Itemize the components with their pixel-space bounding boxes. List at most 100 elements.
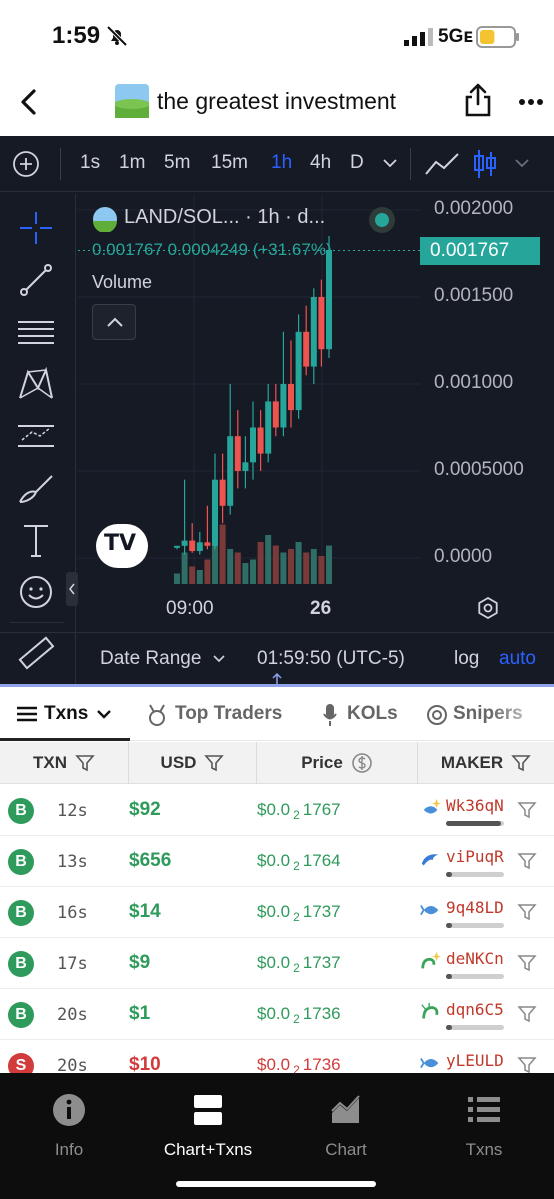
data-tabs: Txns Top Traders KOLs Snipers [0, 687, 554, 741]
tabs-fade [490, 687, 554, 737]
fish-icon [420, 905, 439, 916]
maker-address[interactable]: viPuqR [446, 847, 504, 866]
nav-chart-txns[interactable]: Chart+Txns [148, 1093, 268, 1160]
more-icon[interactable] [518, 98, 544, 106]
fib-lines-icon[interactable] [16, 312, 56, 352]
maker-address[interactable]: 9q48LD [446, 898, 504, 917]
timeframe-d[interactable]: D [350, 152, 364, 174]
text-tool-icon[interactable] [16, 520, 56, 560]
chart-plot-area[interactable]: LAND/SOL... · 1h · d... 0.001767 0.00042… [78, 194, 420, 624]
maker-holding-fill [446, 923, 452, 928]
chevron-up-icon[interactable] [93, 305, 137, 341]
timeframe-5m[interactable]: 5m [164, 152, 190, 174]
brush-icon[interactable] [16, 468, 56, 508]
table-row[interactable]: B 20s $1 $0.0 2 1736 dqn6C5 [0, 989, 554, 1040]
filter-icon[interactable] [517, 902, 537, 922]
tab-kols[interactable]: KOLs [347, 703, 398, 725]
chevron-down-icon[interactable] [514, 157, 530, 169]
col-maker[interactable]: MAKER [418, 742, 554, 784]
filter-icon[interactable] [517, 851, 537, 871]
filter-icon[interactable] [204, 754, 225, 772]
maker-address[interactable]: yLEULD [446, 1051, 504, 1070]
time-tick: 09:00 [166, 598, 214, 619]
currency-toggle-icon[interactable] [351, 752, 373, 774]
filter-icon[interactable] [517, 953, 537, 973]
timeframe-1h[interactable]: 1h [271, 152, 292, 174]
txn-price-zeros: 2 [293, 1012, 300, 1027]
filter-icon[interactable] [517, 800, 537, 820]
candle-body [326, 250, 332, 350]
table-row[interactable]: B 17s $9 $0.0 2 1737 deNKCn [0, 938, 554, 989]
crosshair-icon[interactable] [16, 208, 56, 248]
toolbar-divider [60, 148, 61, 180]
nav-txns[interactable]: Txns [424, 1093, 544, 1160]
date-range-button[interactable]: Date Range [100, 648, 201, 670]
toolbar-collapse-tab[interactable] [66, 572, 78, 606]
page-title: the greatest investment [157, 88, 397, 114]
maker-holding-bar [446, 974, 504, 979]
settings-icon[interactable] [476, 596, 500, 620]
tradingview-logo[interactable]: TV [96, 524, 148, 568]
sparkle-fish-icon [423, 798, 442, 814]
nav-chart-label: Chart [325, 1140, 367, 1159]
filter-icon[interactable] [511, 754, 531, 772]
chevron-down-icon[interactable] [382, 157, 398, 169]
timeframe-15m[interactable]: 15m [211, 152, 248, 174]
txn-type-badge: B [8, 951, 34, 977]
col-txn[interactable]: TXN [0, 742, 129, 784]
price-axis[interactable]: 0.002000 0.001500 0.001000 0.0005000 0.0… [420, 194, 554, 624]
maker-address[interactable]: dqn6C5 [446, 1000, 504, 1019]
tradingview-logo-text: TV [104, 531, 137, 556]
maker-address[interactable]: Wk36qN [446, 796, 504, 815]
chevron-down-icon[interactable] [96, 708, 112, 720]
timeframe-1s[interactable]: 1s [80, 152, 100, 174]
trend-line-icon[interactable] [16, 260, 56, 300]
nav-chart[interactable]: Chart [286, 1093, 406, 1160]
tab-txns[interactable]: Txns [44, 703, 88, 725]
status-bar: 1:59 5Gᴇ [0, 0, 554, 70]
txn-price-digits: 1764 [302, 851, 341, 870]
candle-body [288, 384, 294, 411]
col-price[interactable]: Price [257, 742, 418, 784]
filter-icon[interactable] [517, 1004, 537, 1024]
home-indicator[interactable] [176, 1181, 376, 1187]
emoji-icon[interactable] [16, 572, 56, 612]
txn-price-prefix: $0.0 [257, 851, 291, 870]
table-row[interactable]: B 12s $92 $0.0 2 1767 Wk36qN [0, 785, 554, 836]
timeframe-1m[interactable]: 1m [119, 152, 145, 174]
active-tab-indicator [0, 738, 130, 741]
chevron-left-icon[interactable] [66, 572, 78, 606]
txn-price-zeros: 2 [293, 859, 300, 874]
txn-price-prefix: $0.0 [257, 1004, 291, 1023]
filter-icon[interactable] [75, 754, 95, 772]
maker-address[interactable]: deNKCn [446, 949, 504, 968]
table-row[interactable]: B 16s $14 $0.0 2 1737 9q48LD [0, 887, 554, 938]
line-chart-icon[interactable] [424, 150, 460, 178]
token-avatar [115, 84, 149, 118]
filter-icon[interactable] [517, 1055, 537, 1075]
txn-price-prefix: $0.0 [257, 902, 291, 921]
pattern-icon[interactable] [16, 364, 56, 404]
nav-bar: the greatest investment [0, 70, 554, 136]
tab-top-traders[interactable]: Top Traders [175, 703, 282, 725]
prediction-icon[interactable] [16, 416, 56, 456]
txn-price: $0.0 2 1737 [257, 902, 341, 924]
collapse-legend-button[interactable] [92, 304, 136, 340]
auto-scale-toggle[interactable]: auto [499, 648, 536, 670]
candle-body [219, 479, 226, 506]
candle-body [196, 542, 203, 552]
add-indicator-icon[interactable] [12, 150, 40, 178]
share-icon[interactable] [464, 82, 492, 118]
chevron-down-icon[interactable] [212, 653, 226, 665]
back-icon[interactable] [16, 88, 42, 116]
table-row[interactable]: B 13s $656 $0.0 2 1764 viPuqR [0, 836, 554, 887]
col-usd[interactable]: USD [129, 742, 257, 784]
txn-price-prefix: $0.0 [257, 1055, 291, 1074]
log-scale-toggle[interactable]: log [454, 648, 479, 670]
candle-body [257, 427, 264, 454]
maker-holding-fill [446, 974, 452, 979]
nav-info[interactable]: Info [9, 1093, 129, 1160]
bottom-nav: Info Chart+Txns Chart Txns [0, 1073, 554, 1199]
timeframe-4h[interactable]: 4h [310, 152, 331, 174]
candlestick-icon[interactable] [472, 148, 498, 180]
